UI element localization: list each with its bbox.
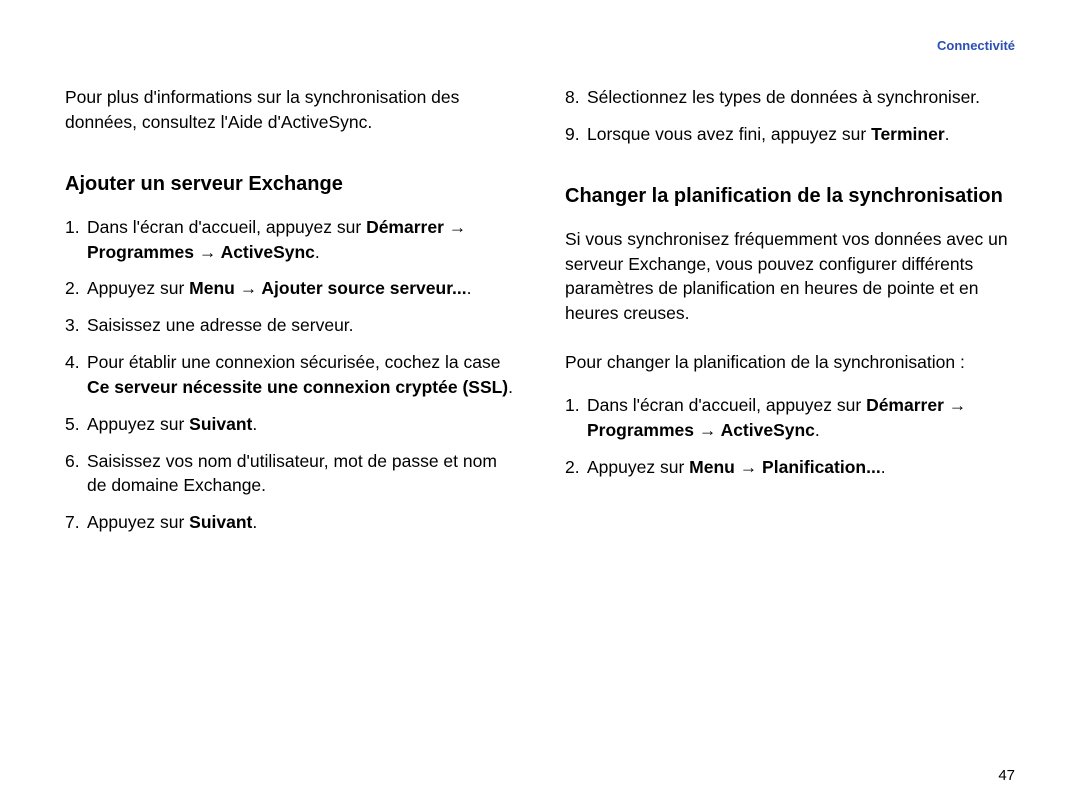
intro-paragraph: Pour plus d'informations sur la synchron… (65, 85, 515, 135)
list-text: Appuyez sur Suivant. (87, 412, 515, 437)
list-item: 5. Appuyez sur Suivant. (65, 412, 515, 437)
list-number: 6. (65, 449, 87, 499)
list-number: 1. (565, 393, 587, 443)
list-item: 2. Appuyez sur Menu → Ajouter source ser… (65, 276, 515, 301)
list-item: 6. Saisissez vos nom d'utilisateur, mot … (65, 449, 515, 499)
list-text: Saisissez une adresse de serveur. (87, 313, 515, 338)
list-text: Saisissez vos nom d'utilisateur, mot de … (87, 449, 515, 499)
heading-change-schedule: Changer la planification de la synchroni… (565, 183, 1015, 209)
list-text: Appuyez sur Menu → Planification.... (587, 455, 1015, 480)
list-item: 4. Pour établir une connexion sécurisée,… (65, 350, 515, 400)
list-text: Lorsque vous avez fini, appuyez sur Term… (587, 122, 1015, 147)
list-number: 2. (65, 276, 87, 301)
list-item: 2. Appuyez sur Menu → Planification.... (565, 455, 1015, 480)
list-number: 3. (65, 313, 87, 338)
list-text: Dans l'écran d'accueil, appuyez sur Déma… (87, 215, 515, 265)
list-item: 1. Dans l'écran d'accueil, appuyez sur D… (65, 215, 515, 265)
list-number: 4. (65, 350, 87, 400)
heading-add-exchange: Ajouter un serveur Exchange (65, 171, 515, 197)
list-item: 7. Appuyez sur Suivant. (65, 510, 515, 535)
right-column: 8. Sélectionnez les types de données à s… (565, 85, 1015, 547)
list-text: Pour établir une connexion sécurisée, co… (87, 350, 515, 400)
list-item: 3. Saisissez une adresse de serveur. (65, 313, 515, 338)
schedule-paragraph-1: Si vous synchronisez fréquemment vos don… (565, 227, 1015, 326)
list-text: Appuyez sur Suivant. (87, 510, 515, 535)
page-number: 47 (998, 767, 1015, 784)
list-text: Dans l'écran d'accueil, appuyez sur Déma… (587, 393, 1015, 443)
list-number: 9. (565, 122, 587, 147)
section-header: Connectivité (937, 38, 1015, 53)
schedule-paragraph-2: Pour changer la planification de la sync… (565, 350, 1015, 375)
list-item: 9. Lorsque vous avez fini, appuyez sur T… (565, 122, 1015, 147)
list-text: Sélectionnez les types de données à sync… (587, 85, 1015, 110)
list-number: 5. (65, 412, 87, 437)
list-number: 8. (565, 85, 587, 110)
page-content: Pour plus d'informations sur la synchron… (65, 85, 1015, 547)
list-number: 7. (65, 510, 87, 535)
list-item: 8. Sélectionnez les types de données à s… (565, 85, 1015, 110)
list-item: 1. Dans l'écran d'accueil, appuyez sur D… (565, 393, 1015, 443)
list-number: 1. (65, 215, 87, 265)
left-column: Pour plus d'informations sur la synchron… (65, 85, 515, 547)
list-text: Appuyez sur Menu → Ajouter source serveu… (87, 276, 515, 301)
list-number: 2. (565, 455, 587, 480)
